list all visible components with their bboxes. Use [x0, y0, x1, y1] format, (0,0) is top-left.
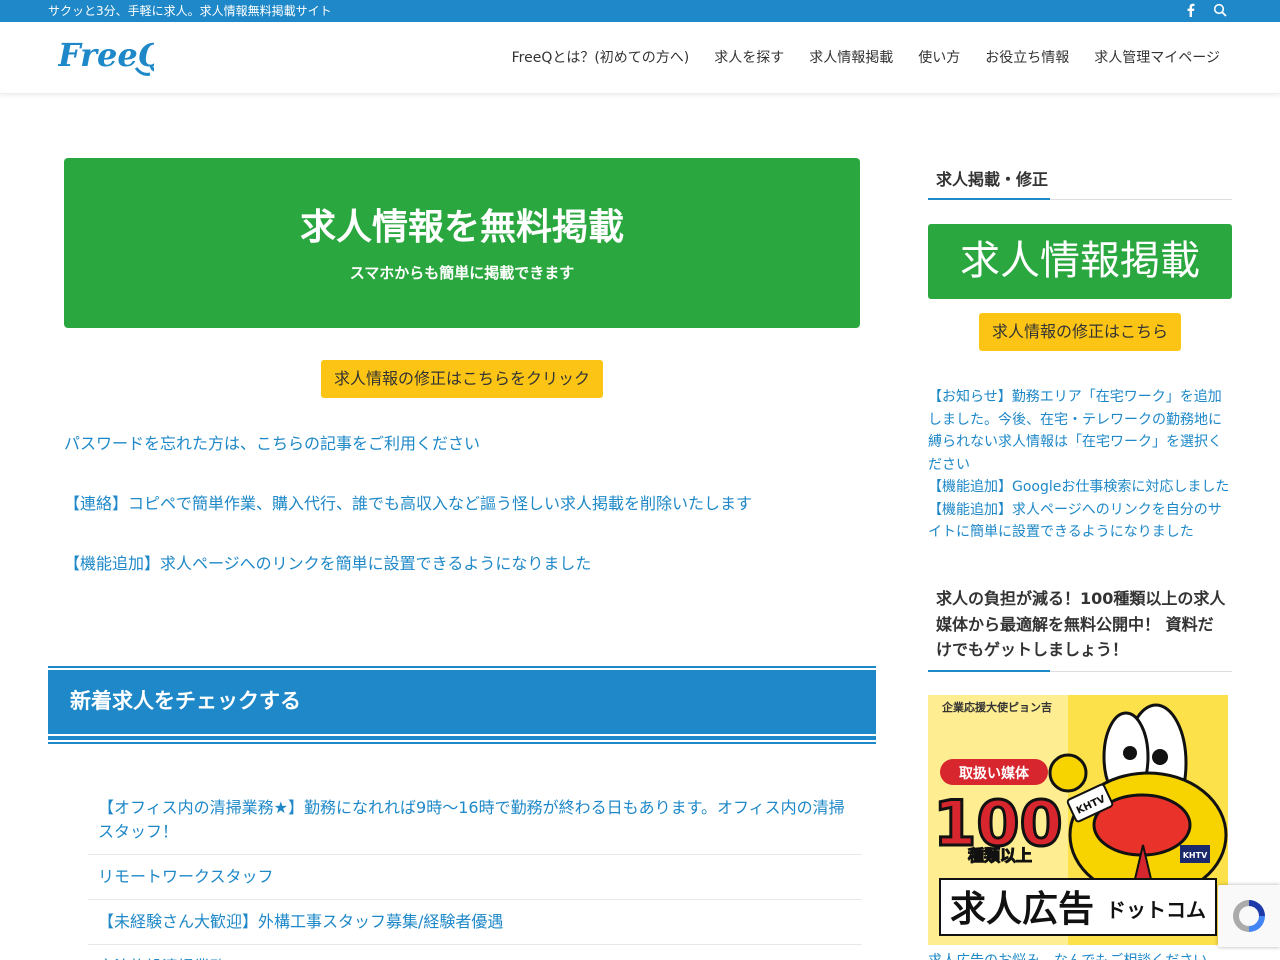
- nav-find-jobs[interactable]: 求人を探す: [714, 48, 784, 68]
- banner-tag: KHTV: [1183, 851, 1208, 860]
- news-item[interactable]: 【機能追加】Googleお仕事検索に対応しました: [928, 476, 1232, 499]
- sidebar-bottom-link[interactable]: 求人広告のお悩み、なんでもご相談ください: [928, 950, 1207, 960]
- news-item[interactable]: 【お知らせ】勤務エリア「在宅ワーク」を追加しました。今後、在宅・テレワークの勤務…: [928, 386, 1232, 476]
- feature-link[interactable]: 【機能追加】求人ページへのリンクを簡単に設置できるようになりました: [64, 552, 860, 576]
- sidebar: 求人掲載・修正 求人情報掲載 求人情報の修正はこちら 【お知らせ】勤務エリア「在…: [928, 94, 1232, 960]
- banner-brand-main: 求人広告: [950, 889, 1094, 930]
- password-reset-link[interactable]: パスワードを忘れた方は、こちらの記事をご利用ください: [64, 432, 860, 456]
- banner-badge: 取扱い媒体: [959, 765, 1030, 782]
- hero-subtitle: スマホからも簡単に掲載できます: [349, 264, 575, 282]
- logo-text: FreeQ: [58, 36, 154, 74]
- banner-top-label: 企業応援大使ピョン吉: [941, 700, 1052, 714]
- top-bar: サクッと3分、手軽に求人。求人情報無料掲載サイト: [0, 0, 1280, 22]
- nav-mypage[interactable]: 求人管理マイページ: [1094, 48, 1220, 68]
- list-item[interactable]: リモートワークスタッフ: [88, 855, 862, 900]
- sidebar-heading-ad: 求人の負担が減る！100種類以上の求人媒体から最適解を無料公開中！ 資料だけでも…: [928, 586, 1232, 672]
- section-title: 新着求人をチェックする: [70, 689, 301, 713]
- notice-link[interactable]: 【連絡】コピペで簡単作業、購入代行、誰でも高収入など謳う怪しい求人掲載を削除いた…: [64, 492, 860, 516]
- news-item[interactable]: 【機能追加】求人ページへのリンクを自分のサイトに簡単に設置できるようになりました: [928, 499, 1232, 544]
- nav-tips[interactable]: お役立ち情報: [985, 48, 1069, 68]
- list-item[interactable]: 宿泊施設清掃業務: [88, 945, 862, 960]
- notice-links: パスワードを忘れた方は、こちらの記事をご利用ください 【連絡】コピペで簡単作業、…: [64, 432, 860, 612]
- new-jobs-section-header: 新着求人をチェックする: [48, 666, 876, 744]
- facebook-icon[interactable]: [1182, 2, 1198, 18]
- freeq-logo[interactable]: FreeQ: [58, 34, 154, 80]
- list-item[interactable]: 【オフィス内の清掃業務★】勤務になれれば9時～16時で勤務が終わる日もあります。…: [88, 786, 862, 855]
- banner-brand-suffix: ドットコム: [1106, 898, 1206, 922]
- main-nav: FreeQとは？(初めての方へ) 求人を探す 求人情報掲載 使い方 お役立ち情報…: [512, 48, 1220, 68]
- search-icon[interactable]: [1212, 2, 1228, 18]
- ad-banner[interactable]: 企業応援大使ピョン吉 取扱い媒体 100 種類以上 KHTV KHTV 求人広告…: [928, 695, 1228, 945]
- list-item[interactable]: 【未経験さん大歓迎】外構工事スタッフ募集/経験者優遇: [88, 900, 862, 945]
- sidebar-news: 【お知らせ】勤務エリア「在宅ワーク」を追加しました。今後、在宅・テレワークの勤務…: [928, 386, 1232, 544]
- sidebar-heading-post: 求人掲載・修正: [928, 166, 1232, 200]
- site-tagline: サクッと3分、手軽に求人。求人情報無料掲載サイト: [48, 4, 332, 18]
- recaptcha-icon: [1233, 900, 1265, 932]
- nav-how-to[interactable]: 使い方: [918, 48, 960, 68]
- banner-unit: 種類以上: [968, 846, 1032, 865]
- hero-post-banner[interactable]: 求人情報を無料掲載 スマホからも簡単に掲載できます: [64, 158, 860, 328]
- nav-post-job[interactable]: 求人情報掲載: [809, 48, 893, 68]
- top-bar-icons: [1182, 2, 1228, 18]
- sidebar-edit-button[interactable]: 求人情報の修正はこちら: [979, 313, 1181, 351]
- site-header: FreeQ FreeQとは？(初めての方へ) 求人を探す 求人情報掲載 使い方 …: [0, 22, 1280, 94]
- hero-title: 求人情報を無料掲載: [299, 207, 624, 248]
- sidebar-post-button[interactable]: 求人情報掲載: [928, 224, 1232, 299]
- job-list: 【オフィス内の清掃業務★】勤務になれれば9時～16時で勤務が終わる日もあります。…: [88, 786, 862, 960]
- main-content: 求人情報を無料掲載 スマホからも簡単に掲載できます 求人情報の修正はこちらをクリ…: [0, 94, 900, 960]
- edit-job-button[interactable]: 求人情報の修正はこちらをクリック: [321, 360, 603, 398]
- nav-about[interactable]: FreeQとは？(初めての方へ): [512, 48, 690, 68]
- recaptcha-badge[interactable]: [1218, 885, 1280, 947]
